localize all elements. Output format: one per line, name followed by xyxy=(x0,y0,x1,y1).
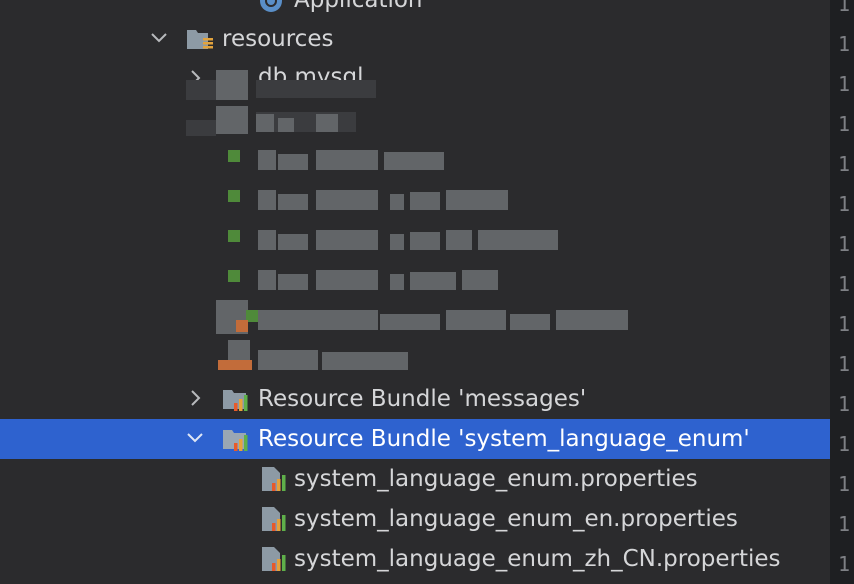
line-number: 1 xyxy=(838,0,851,16)
redacted-tree-items xyxy=(0,70,640,375)
editor-gutter: 1 1 1 1 1 1 1 1 1 1 1 1 1 1 1 xyxy=(830,0,854,584)
pixelated-redaction xyxy=(186,70,628,370)
properties-file-icon xyxy=(262,547,286,571)
tree-item-properties-file[interactable]: system_language_enum.properties xyxy=(0,459,830,499)
resource-bundle-icon xyxy=(223,430,248,451)
tree-item-properties-file-en[interactable]: system_language_enum_en.properties xyxy=(0,499,830,539)
project-tree: Application resources db.mysql Resource … xyxy=(0,0,830,584)
line-number: 1 xyxy=(838,392,851,416)
line-number: 1 xyxy=(838,352,851,376)
line-number: 1 xyxy=(838,272,851,296)
line-number: 1 xyxy=(838,32,851,56)
line-number: 1 xyxy=(838,312,851,336)
chevron-right-icon[interactable] xyxy=(184,387,206,409)
line-number: 1 xyxy=(838,432,851,456)
tree-item-label: Resource Bundle 'system_language_enum' xyxy=(258,426,750,452)
line-number: 1 xyxy=(838,472,851,496)
line-number: 1 xyxy=(838,112,851,136)
tree-item-application[interactable]: Application xyxy=(0,0,830,20)
properties-file-icon xyxy=(262,507,286,531)
tree-item-label: system_language_enum.properties xyxy=(294,466,698,492)
tree-item-resources[interactable]: resources xyxy=(0,19,830,59)
spring-application-icon xyxy=(260,0,282,12)
tree-item-label: system_language_enum_zh_CN.properties xyxy=(294,546,781,572)
chevron-down-icon[interactable] xyxy=(184,427,206,449)
chevron-down-icon[interactable] xyxy=(148,27,170,49)
tree-item-label: system_language_enum_en.properties xyxy=(294,506,738,532)
tree-item-label: resources xyxy=(222,26,334,52)
tree-item-label: Resource Bundle 'messages' xyxy=(258,386,587,412)
line-number: 1 xyxy=(838,192,851,216)
line-number: 1 xyxy=(838,552,851,576)
line-number: 1 xyxy=(838,232,851,256)
tree-item-bundle-system-language-enum[interactable]: Resource Bundle 'system_language_enum' xyxy=(0,419,830,459)
line-number: 1 xyxy=(838,152,851,176)
tree-item-label: Application xyxy=(294,0,423,13)
properties-file-icon xyxy=(262,467,286,491)
resources-folder-icon xyxy=(187,30,213,49)
tree-item-properties-file-zh-cn[interactable]: system_language_enum_zh_CN.properties xyxy=(0,539,830,579)
line-number: 1 xyxy=(838,512,851,536)
line-number: 1 xyxy=(838,72,851,96)
tree-item-bundle-messages[interactable]: Resource Bundle 'messages' xyxy=(0,379,830,419)
resource-bundle-icon xyxy=(223,390,248,411)
